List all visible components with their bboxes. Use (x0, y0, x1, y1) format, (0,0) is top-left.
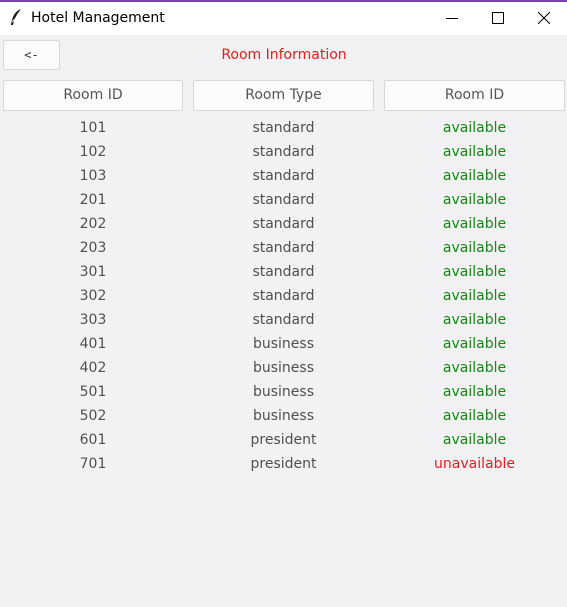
room-table: 101 standard available 102 standard available… (0, 116, 567, 476)
room-status-cell: available (442, 384, 507, 400)
close-button[interactable] (521, 2, 567, 35)
back-button[interactable]: <- (3, 40, 60, 70)
column-header-room-status[interactable]: Room ID (384, 80, 565, 111)
room-id-cell: 101 (79, 120, 107, 136)
table-row: 401 business available (0, 332, 567, 356)
room-status-cell: available (442, 240, 507, 256)
room-status-cell: available (442, 168, 507, 184)
room-status-cell: unavailable (434, 456, 515, 472)
table-row: 303 standard available (0, 308, 567, 332)
room-status-cell: available (442, 288, 507, 304)
table-row: 103 standard available (0, 164, 567, 188)
room-id-cell: 103 (79, 168, 107, 184)
room-type-cell: standard (252, 240, 315, 256)
table-row: 101 standard available (0, 116, 567, 140)
table-row: 301 standard available (0, 260, 567, 284)
room-id-cell: 601 (79, 432, 107, 448)
minimize-button[interactable] (429, 2, 475, 35)
table-row: 502 business available (0, 404, 567, 428)
room-id-cell: 203 (79, 240, 107, 256)
room-id-cell: 402 (79, 360, 107, 376)
table-row: 302 standard available (0, 284, 567, 308)
room-status-cell: available (442, 432, 507, 448)
close-icon (538, 12, 550, 24)
window-title: Hotel Management (31, 10, 165, 26)
column-header-room-id[interactable]: Room ID (3, 80, 183, 111)
room-id-cell: 502 (79, 408, 107, 424)
feather-icon (8, 8, 24, 28)
room-id-cell: 102 (79, 144, 107, 160)
room-type-cell: president (250, 456, 317, 472)
table-row: 201 standard available (0, 188, 567, 212)
room-id-cell: 303 (79, 312, 107, 328)
room-id-cell: 401 (79, 336, 107, 352)
room-type-cell: business (252, 336, 315, 352)
window-titlebar: Hotel Management (0, 0, 567, 35)
room-status-cell: available (442, 312, 507, 328)
table-row: 701 president unavailable (0, 452, 567, 476)
room-id-cell: 701 (79, 456, 107, 472)
room-type-cell: standard (252, 192, 315, 208)
room-status-cell: available (442, 192, 507, 208)
maximize-button[interactable] (475, 2, 521, 35)
room-status-cell: available (442, 360, 507, 376)
room-status-cell: available (442, 408, 507, 424)
minimize-icon (446, 18, 458, 19)
room-status-cell: available (442, 120, 507, 136)
room-status-cell: available (442, 264, 507, 280)
room-type-cell: business (252, 360, 315, 376)
table-row: 601 president available (0, 428, 567, 452)
room-type-cell: standard (252, 144, 315, 160)
maximize-icon (492, 12, 504, 24)
room-type-cell: standard (252, 216, 315, 232)
room-type-cell: standard (252, 168, 315, 184)
room-type-cell: business (252, 384, 315, 400)
room-id-cell: 202 (79, 216, 107, 232)
table-row: 202 standard available (0, 212, 567, 236)
room-status-cell: available (442, 144, 507, 160)
room-type-cell: standard (252, 120, 315, 136)
table-row: 501 business available (0, 380, 567, 404)
column-header-room-type[interactable]: Room Type (193, 80, 374, 111)
room-type-cell: standard (252, 288, 315, 304)
room-status-cell: available (442, 216, 507, 232)
room-type-cell: business (252, 408, 315, 424)
room-status-cell: available (442, 336, 507, 352)
page-title: Room Information (221, 47, 347, 63)
table-row: 203 standard available (0, 236, 567, 260)
room-type-cell: standard (252, 312, 315, 328)
table-row: 402 business available (0, 356, 567, 380)
room-type-cell: standard (252, 264, 315, 280)
room-id-cell: 201 (79, 192, 107, 208)
room-id-cell: 302 (79, 288, 107, 304)
room-type-cell: president (250, 432, 317, 448)
room-id-cell: 301 (79, 264, 107, 280)
table-row: 102 standard available (0, 140, 567, 164)
room-id-cell: 501 (79, 384, 107, 400)
